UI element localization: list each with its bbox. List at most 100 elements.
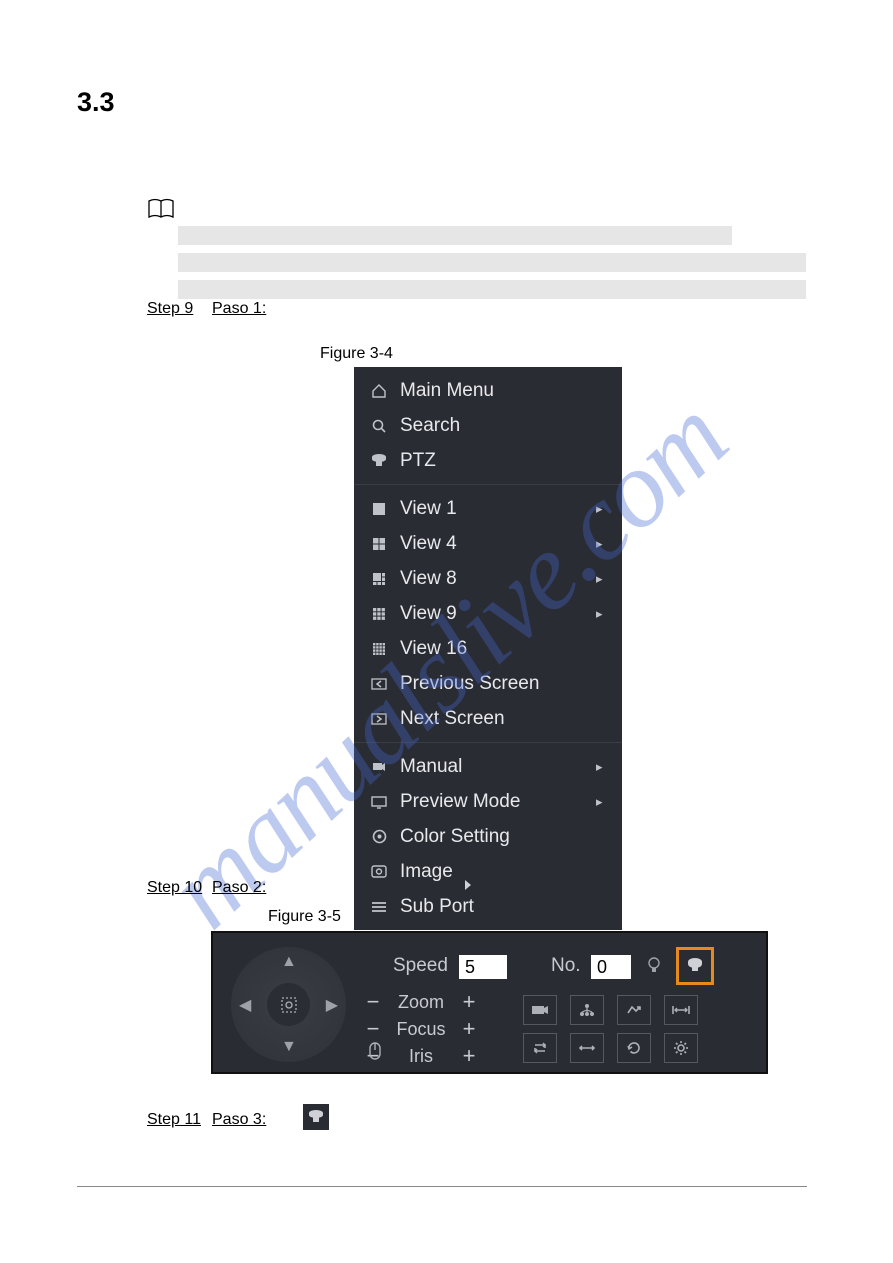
step-label: Paso 2: xyxy=(212,879,266,897)
menu-item-search[interactable]: Search xyxy=(354,408,622,443)
menu-item-label: View 1 xyxy=(390,498,596,520)
step-label: Step 9 xyxy=(147,300,193,318)
manual-icon xyxy=(368,760,390,774)
zoom-minus-button[interactable]: − xyxy=(361,989,385,1015)
view16-icon xyxy=(368,642,390,656)
menu-item-label: Previous Screen xyxy=(390,673,610,695)
ptz-goto-icon[interactable] xyxy=(617,995,651,1025)
search-icon xyxy=(368,418,390,434)
menu-item-label: Sub Port xyxy=(390,896,610,918)
view9-icon xyxy=(368,607,390,621)
menu-item-label: Main Menu xyxy=(390,380,610,402)
menu-item-view-8[interactable]: View 8▸ xyxy=(354,561,622,596)
menu-item-view-16[interactable]: View 16 xyxy=(354,631,622,666)
ptz-gear-icon[interactable] xyxy=(664,1033,698,1063)
menu-item-label: Color Setting xyxy=(390,826,610,848)
step-label: Paso 1: xyxy=(212,300,266,318)
zoom-label: Zoom xyxy=(385,992,457,1013)
footer-divider xyxy=(77,1186,807,1187)
ptz-left-icon[interactable]: ◀ xyxy=(239,995,251,1015)
menu-item-manual[interactable]: Manual▸ xyxy=(354,749,622,784)
step-label: Paso 3: xyxy=(212,1111,266,1129)
menu-item-view-1[interactable]: View 1▸ xyxy=(354,491,622,526)
section-number: 3.3 xyxy=(77,87,115,118)
preview-icon xyxy=(368,795,390,809)
submenu-arrow-icon: ▸ xyxy=(596,536,610,552)
redacted-text-line xyxy=(178,226,732,245)
color-icon xyxy=(368,829,390,844)
menu-item-main-menu[interactable]: Main Menu xyxy=(354,373,622,408)
context-menu: Main MenuSearchPTZ View 1▸View 4▸View 8▸… xyxy=(354,367,622,930)
ptz-speed-input[interactable]: 5 xyxy=(459,955,507,979)
page: 3.3 Step 9 Paso 1: Figure 3-4 Main Menu S… xyxy=(0,0,893,1263)
ptz-focus-row: − Focus + xyxy=(361,1016,481,1042)
focus-label: Focus xyxy=(385,1019,457,1040)
ptz-no-input[interactable]: 0 xyxy=(591,955,631,979)
menu-item-label: View 8 xyxy=(390,568,596,590)
menu-item-label: Search xyxy=(390,415,610,437)
expand-right-icon[interactable] xyxy=(455,872,481,898)
ptz-no-label: No. xyxy=(551,955,581,977)
ptz-icon xyxy=(368,454,390,468)
submenu-arrow-icon: ▸ xyxy=(596,606,610,622)
ptz-right-icon[interactable]: ▶ xyxy=(326,995,338,1015)
menu-item-color-setting[interactable]: Color Setting xyxy=(354,819,622,854)
iris-plus-button[interactable]: + xyxy=(457,1043,481,1069)
redacted-text-line xyxy=(178,280,806,299)
book-icon xyxy=(147,198,175,220)
ptz-reset-icon[interactable] xyxy=(617,1033,651,1063)
ptz-menu-icon[interactable] xyxy=(676,947,714,985)
zoom-plus-button[interactable]: + xyxy=(457,989,481,1015)
ptz-loop-icon[interactable] xyxy=(523,1033,557,1063)
ptz-down-icon[interactable]: ▼ xyxy=(281,1038,297,1056)
next-icon xyxy=(368,712,390,726)
context-menu-group: View 1▸View 4▸View 8▸View 9▸View 16Previ… xyxy=(354,485,622,743)
menu-item-preview-mode[interactable]: Preview Mode▸ xyxy=(354,784,622,819)
ptz-direction-wheel[interactable]: ▲ ▼ ◀ ▶ xyxy=(231,947,346,1062)
figure-label: Figure 3-4 xyxy=(320,345,393,363)
submenu-arrow-icon: ▸ xyxy=(596,501,610,517)
submenu-arrow-icon: ▸ xyxy=(596,571,610,587)
menu-item-image[interactable]: Image xyxy=(354,854,622,889)
lightbulb-icon[interactable] xyxy=(647,957,661,979)
ptz-up-icon[interactable]: ▲ xyxy=(281,953,297,971)
menu-item-view-4[interactable]: View 4▸ xyxy=(354,526,622,561)
focus-minus-button[interactable]: − xyxy=(361,1016,385,1042)
menu-item-label: Next Screen xyxy=(390,708,610,730)
ptz-tree-icon[interactable] xyxy=(570,995,604,1025)
view8-icon xyxy=(368,572,390,586)
menu-item-label: View 16 xyxy=(390,638,610,660)
ptz-camera-icon[interactable] xyxy=(523,995,557,1025)
context-menu-group: Manual▸Preview Mode▸Color SettingImageSu… xyxy=(354,743,622,930)
ptz-small-icon[interactable] xyxy=(303,1104,329,1130)
menu-item-label: Preview Mode xyxy=(390,791,596,813)
menu-item-previous-screen[interactable]: Previous Screen xyxy=(354,666,622,701)
ptz-control-panel: ▲ ▼ ◀ ▶ Speed 5 No. 0 − Zoom + xyxy=(211,931,768,1074)
view4-icon xyxy=(368,537,390,551)
menu-item-ptz[interactable]: PTZ xyxy=(354,443,622,478)
figure-label: Figure 3-5 xyxy=(268,908,341,926)
prev-icon xyxy=(368,677,390,691)
step-label: Step 11 xyxy=(147,1111,201,1129)
ptz-limit-icon[interactable] xyxy=(664,995,698,1025)
step-label: Step 10 xyxy=(147,879,202,897)
ptz-flip-icon[interactable] xyxy=(570,1033,604,1063)
view1-icon xyxy=(368,502,390,516)
focus-plus-button[interactable]: + xyxy=(457,1016,481,1042)
image-icon xyxy=(368,865,390,878)
menu-item-label: PTZ xyxy=(390,450,610,472)
subport-icon xyxy=(368,901,390,913)
menu-item-sub-port[interactable]: Sub Port xyxy=(354,889,622,924)
ptz-center-icon[interactable] xyxy=(267,983,310,1026)
context-menu-group: Main Menu Search PTZ xyxy=(354,367,622,485)
ptz-speed-label: Speed xyxy=(393,955,448,977)
menu-item-next-screen[interactable]: Next Screen xyxy=(354,701,622,736)
submenu-arrow-icon: ▸ xyxy=(596,759,610,775)
menu-item-label: Image xyxy=(390,861,610,883)
ptz-zoom-row: − Zoom + xyxy=(361,989,481,1015)
redacted-text-line xyxy=(178,253,806,272)
submenu-arrow-icon: ▸ xyxy=(596,794,610,810)
menu-item-label: Manual xyxy=(390,756,596,778)
mouse-icon[interactable] xyxy=(368,1041,382,1066)
menu-item-view-9[interactable]: View 9▸ xyxy=(354,596,622,631)
